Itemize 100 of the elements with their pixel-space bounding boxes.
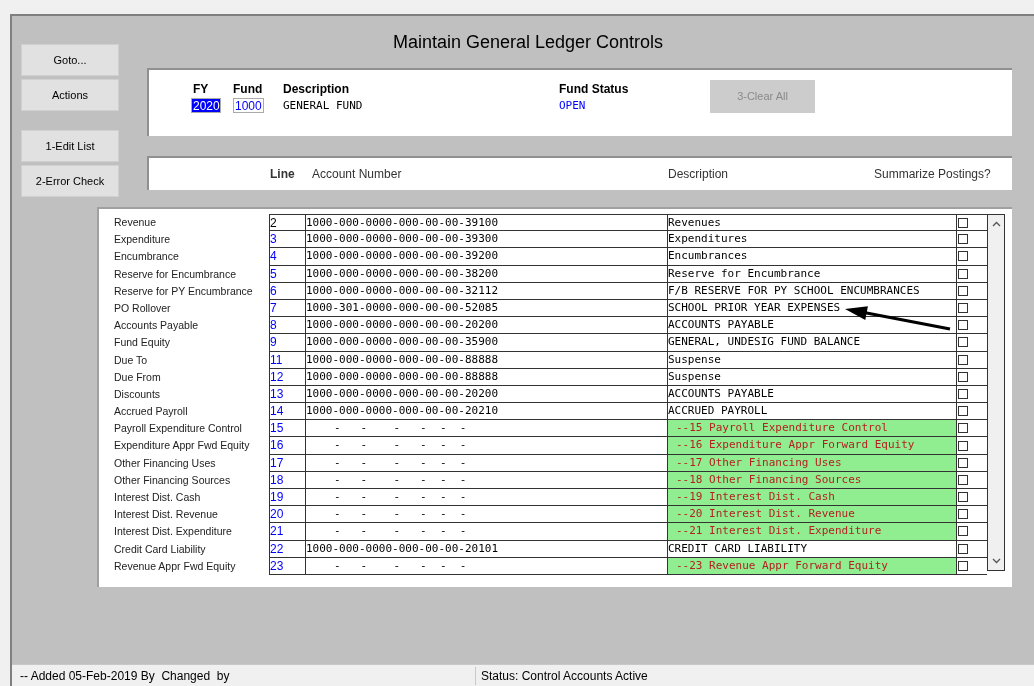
row-label: Payroll Expenditure Control bbox=[114, 421, 243, 437]
line-number[interactable]: 12 bbox=[269, 368, 305, 386]
line-number[interactable]: 20 bbox=[269, 506, 305, 524]
summarize-checkbox[interactable] bbox=[958, 337, 968, 348]
side-button[interactable]: 2-Error Check bbox=[21, 165, 119, 197]
account-number[interactable]: - - - - - - bbox=[305, 506, 667, 524]
account-number[interactable]: 1000-000-0000-000-00-00-88888 bbox=[305, 351, 667, 369]
line-number[interactable]: 23 bbox=[269, 557, 305, 575]
summarize-checkbox[interactable] bbox=[958, 423, 968, 434]
summarize-checkbox[interactable] bbox=[958, 371, 968, 382]
summarize-checkbox[interactable] bbox=[958, 268, 968, 279]
line-number[interactable]: 6 bbox=[269, 282, 305, 300]
line-number[interactable]: 9 bbox=[269, 334, 305, 352]
account-number[interactable]: 1000-000-0000-000-00-00-20101 bbox=[305, 540, 667, 558]
account-description[interactable]: ACCOUNTS PAYABLE bbox=[667, 317, 957, 335]
line-number[interactable]: 15 bbox=[269, 420, 305, 438]
account-description[interactable]: Expenditures bbox=[667, 231, 957, 249]
line-number[interactable]: 11 bbox=[269, 351, 305, 369]
account-number[interactable]: 1000-000-0000-000-00-00-39200 bbox=[305, 248, 667, 266]
line-number[interactable]: 3 bbox=[269, 231, 305, 249]
line-number[interactable]: 7 bbox=[269, 299, 305, 318]
account-number[interactable]: - - - - - - bbox=[305, 437, 667, 455]
account-description[interactable]: --21 Interest Dist. Expenditure bbox=[667, 523, 957, 541]
summarize-checkbox[interactable] bbox=[958, 217, 968, 228]
account-description[interactable]: ACCRUED PAYROLL bbox=[667, 403, 957, 421]
summarize-checkbox[interactable] bbox=[958, 474, 968, 485]
account-number[interactable]: - - - - - - bbox=[305, 523, 667, 541]
summarize-checkbox[interactable] bbox=[958, 406, 968, 417]
account-description[interactable]: Encumbrances bbox=[667, 248, 957, 266]
line-number[interactable]: 4 bbox=[269, 248, 305, 266]
line-number[interactable]: 5 bbox=[269, 265, 305, 283]
account-description[interactable]: --20 Interest Dist. Revenue bbox=[667, 506, 957, 524]
scroll-up-icon[interactable] bbox=[991, 221, 1001, 227]
account-number[interactable]: - - - - - - bbox=[305, 454, 667, 472]
window-title: Maintain General Ledger Controls bbox=[392, 30, 664, 54]
fy-field[interactable]: 2020 bbox=[191, 98, 221, 113]
summarize-checkbox[interactable] bbox=[958, 560, 968, 571]
summarize-checkbox[interactable] bbox=[958, 234, 968, 245]
summarize-checkbox[interactable] bbox=[958, 303, 968, 314]
fund-field[interactable]: 1000 bbox=[233, 98, 264, 113]
line-number[interactable]: 19 bbox=[269, 489, 305, 507]
column-header: Description bbox=[668, 166, 730, 183]
summarize-checkbox[interactable] bbox=[958, 543, 968, 554]
account-number[interactable]: - - - - - - bbox=[305, 489, 667, 507]
row-label: Due From bbox=[114, 369, 162, 385]
account-number[interactable]: 1000-000-0000-000-00-00-32112 bbox=[305, 282, 667, 300]
account-number[interactable]: - - - - - - bbox=[305, 557, 667, 575]
line-number[interactable]: 22 bbox=[269, 540, 305, 558]
account-description[interactable]: --16 Expenditure Appr Forward Equity bbox=[667, 437, 957, 455]
summarize-checkbox[interactable] bbox=[958, 492, 968, 503]
account-number[interactable]: 1000-000-0000-000-00-00-38200 bbox=[305, 265, 667, 283]
row-label: Accounts Payable bbox=[114, 318, 200, 334]
description-label: Description bbox=[283, 81, 350, 98]
line-number[interactable]: 18 bbox=[269, 471, 305, 489]
row-label: Due To bbox=[114, 352, 149, 368]
line-number[interactable]: 17 bbox=[269, 454, 305, 472]
summarize-checkbox[interactable] bbox=[958, 457, 968, 468]
row-label: PO Rollover bbox=[114, 300, 172, 316]
row-label: Fund Equity bbox=[114, 335, 172, 351]
row-label: Reserve for Encumbrance bbox=[114, 266, 237, 282]
status-text: Status: Control Accounts Active bbox=[480, 667, 648, 685]
summarize-checkbox[interactable] bbox=[958, 509, 968, 520]
row-label: Accrued Payroll bbox=[114, 404, 189, 420]
line-number[interactable]: 2 bbox=[269, 214, 305, 232]
side-button[interactable]: Actions bbox=[21, 79, 119, 111]
row-label: Revenue Appr Fwd Equity bbox=[114, 558, 237, 574]
line-number[interactable]: 13 bbox=[269, 385, 305, 404]
row-label: Interest Dist. Cash bbox=[114, 490, 202, 505]
fund-status-label: Fund Status bbox=[559, 81, 630, 98]
summarize-checkbox[interactable] bbox=[958, 320, 968, 331]
account-number[interactable]: 1000-000-0000-000-00-00-39100 bbox=[305, 214, 667, 232]
summarize-checkbox[interactable] bbox=[958, 251, 968, 262]
summarize-checkbox[interactable] bbox=[958, 526, 968, 537]
account-description[interactable]: Revenues bbox=[667, 214, 957, 232]
account-number[interactable]: - - - - - - bbox=[305, 471, 667, 489]
summarize-checkbox[interactable] bbox=[958, 285, 968, 296]
account-number[interactable]: 1000-000-0000-000-00-00-88888 bbox=[305, 368, 667, 386]
line-number[interactable]: 16 bbox=[269, 437, 305, 455]
fy-label: FY bbox=[193, 81, 210, 98]
account-description[interactable]: --15 Payroll Expenditure Control bbox=[667, 420, 957, 438]
side-button[interactable]: 1-Edit List bbox=[21, 130, 119, 162]
summarize-checkbox[interactable] bbox=[958, 440, 968, 451]
line-number[interactable]: 8 bbox=[269, 317, 305, 335]
row-label: Encumbrance bbox=[114, 249, 180, 265]
side-button[interactable]: Goto... bbox=[21, 44, 119, 76]
account-number[interactable]: 1000-000-0000-000-00-00-20200 bbox=[305, 317, 667, 335]
account-number[interactable]: 1000-000-0000-000-00-00-39300 bbox=[305, 231, 667, 249]
account-number[interactable]: - - - - - - bbox=[305, 420, 667, 438]
account-number[interactable]: 1000-000-0000-000-00-00-20200 bbox=[305, 385, 667, 404]
scrollbar[interactable] bbox=[987, 214, 1005, 571]
summarize-checkbox[interactable] bbox=[958, 354, 968, 365]
account-number[interactable]: 1000-000-0000-000-00-00-20210 bbox=[305, 403, 667, 421]
account-description[interactable]: GENERAL, UNDESIG FUND BALANCE bbox=[667, 334, 957, 352]
account-number[interactable]: 1000-000-0000-000-00-00-35900 bbox=[305, 334, 667, 352]
summarize-checkbox[interactable] bbox=[958, 388, 968, 399]
account-description[interactable]: --19 Interest Dist. Cash bbox=[667, 489, 957, 507]
line-number[interactable]: 14 bbox=[269, 403, 305, 421]
account-number[interactable]: 1000-301-0000-000-00-00-52085 bbox=[305, 299, 667, 318]
line-number[interactable]: 21 bbox=[269, 523, 305, 541]
scroll-down-icon[interactable] bbox=[991, 558, 1001, 564]
